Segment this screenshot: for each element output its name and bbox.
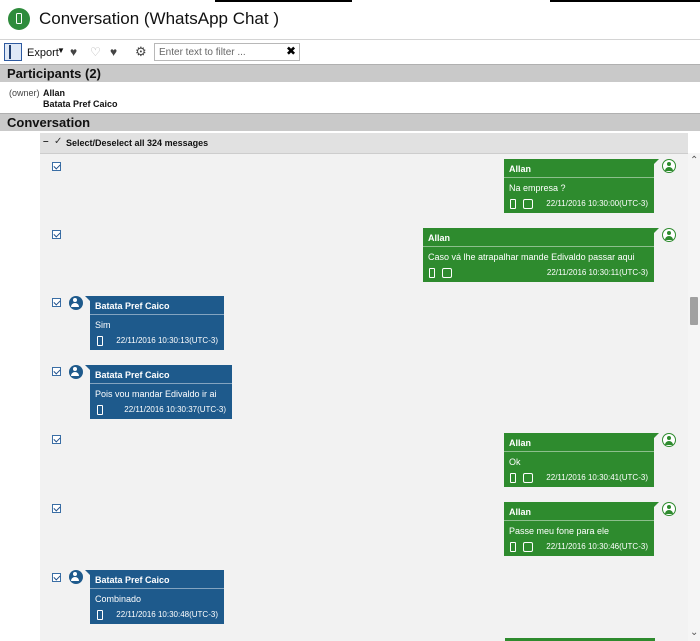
whatsapp-phone-icon <box>8 8 30 30</box>
avatar-user-icon <box>662 159 676 173</box>
participant-name: Allan <box>43 88 66 98</box>
avatar-user-icon <box>69 365 83 379</box>
message-bubble-incoming[interactable]: Batata Pref Caico Combinado 22/11/2016 1… <box>85 570 224 624</box>
conversation-header[interactable]: Conversation <box>0 113 700 131</box>
untag-icon[interactable]: ♡ <box>90 45 101 59</box>
bubble-divider <box>504 451 654 452</box>
bubble-divider <box>423 246 654 247</box>
window-title: Conversation (WhatsApp Chat ) <box>39 9 279 28</box>
message-bubble-incoming[interactable]: Batata Pref Caico Sim 22/11/2016 10:30:1… <box>85 296 224 350</box>
message-sender: Batata Pref Caico <box>95 575 170 585</box>
top-edge-line <box>215 0 352 2</box>
message-text: Passe meu fone para ele <box>509 526 610 536</box>
message-bubble-outgoing[interactable]: Allan Caso vá lhe atrapalhar mande Ediva… <box>423 228 659 282</box>
message-sender: Batata Pref Caico <box>95 301 170 311</box>
message-timestamp: 22/11/2016 10:30:48(UTC-3) <box>116 610 218 619</box>
message-text: Combinado <box>95 594 142 604</box>
chat-group-icon <box>523 199 533 209</box>
avatar-user-icon <box>662 228 676 242</box>
message-checkbox[interactable] <box>52 435 61 444</box>
message-timestamp: 22/11/2016 10:30:13(UTC-3) <box>116 336 218 345</box>
message-timestamp: 22/11/2016 10:30:11(UTC-3) <box>546 268 648 277</box>
export-button[interactable]: Export <box>27 47 59 59</box>
avatar-user-icon <box>662 502 676 516</box>
device-phone-icon <box>97 336 103 346</box>
toolbar: Export ▼ ♥ ♡ ♥ ⚙ ✖ <box>0 39 700 65</box>
message-checkbox[interactable] <box>52 230 61 239</box>
message-timestamp: 22/11/2016 10:30:41(UTC-3) <box>546 473 648 482</box>
message-checkbox[interactable] <box>52 162 61 171</box>
message-timestamp: 22/11/2016 10:30:37(UTC-3) <box>124 405 226 414</box>
participants-header-label: Participants (2) <box>7 66 101 81</box>
device-phone-icon <box>510 199 516 209</box>
message-sender: Allan <box>509 164 532 174</box>
message-checkbox[interactable] <box>52 504 61 513</box>
device-phone-icon <box>510 473 516 483</box>
collapse-icon[interactable]: – <box>43 136 49 147</box>
title-bar: Conversation (WhatsApp Chat ) <box>0 0 700 38</box>
message-sender: Allan <box>509 507 532 517</box>
bubble-divider <box>504 177 654 178</box>
avatar-user-icon <box>69 570 83 584</box>
chat-group-icon <box>523 473 533 483</box>
message-text: Sim <box>95 320 111 330</box>
scrollbar-track[interactable] <box>688 153 700 641</box>
bubble-divider <box>504 520 654 521</box>
bubble-divider <box>90 314 224 315</box>
select-all-check-icon[interactable]: ✓ <box>54 136 62 147</box>
message-sender: Allan <box>509 438 532 448</box>
message-text: Pois vou mandar Edivaldo ir ai <box>95 389 217 399</box>
message-text: Na empresa ? <box>509 183 566 193</box>
message-bubble-outgoing[interactable]: Allan Passe meu fone para ele 22/11/2016… <box>504 502 659 556</box>
avatar-user-icon <box>662 433 676 447</box>
message-checkbox[interactable] <box>52 573 61 582</box>
message-text: Caso vá lhe atrapalhar mande Edivaldo pa… <box>428 252 635 262</box>
message-checkbox[interactable] <box>52 367 61 376</box>
tag-icon[interactable]: ♥ <box>70 45 77 59</box>
message-sender: Allan <box>428 233 451 243</box>
message-checkbox[interactable] <box>52 298 61 307</box>
conversation-header-label: Conversation <box>7 115 91 130</box>
participants-header[interactable]: Participants (2) <box>0 64 700 82</box>
message-timestamp: 22/11/2016 10:30:00(UTC-3) <box>546 199 648 208</box>
chat-group-icon <box>442 268 452 278</box>
settings-gear-icon[interactable]: ⚙ <box>135 44 147 60</box>
scroll-up-icon[interactable]: ⌃ <box>690 155 698 166</box>
device-phone-icon <box>97 405 103 415</box>
scrollbar-thumb[interactable] <box>690 297 698 325</box>
chat-group-icon <box>523 542 533 552</box>
layout-toggle-icon[interactable] <box>4 43 22 61</box>
message-sender: Batata Pref Caico <box>95 370 170 380</box>
message-bubble-incoming[interactable]: Batata Pref Caico Pois vou mandar Edival… <box>85 365 232 419</box>
device-phone-icon <box>97 610 103 620</box>
device-phone-icon <box>510 542 516 552</box>
message-timestamp: 22/11/2016 10:30:46(UTC-3) <box>546 542 648 551</box>
message-bubble-outgoing[interactable]: Allan Ok 22/11/2016 10:30:41(UTC-3) <box>504 433 659 487</box>
filter-input[interactable] <box>154 43 300 61</box>
message-bubble-outgoing[interactable]: Allan Na empresa ? 22/11/2016 10:30:00(U… <box>504 159 659 213</box>
clear-filter-icon[interactable]: ✖ <box>286 44 296 58</box>
select-all-row[interactable]: – ✓ Select/Deselect all 324 messages <box>40 133 688 154</box>
owner-tag: (owner) <box>9 88 40 98</box>
message-text: Ok <box>509 457 521 467</box>
participant-name: Batata Pref Caico <box>43 99 118 109</box>
export-dropdown-icon[interactable]: ▼ <box>57 46 65 55</box>
bubble-divider <box>90 383 232 384</box>
device-phone-icon <box>429 268 435 278</box>
select-all-label[interactable]: Select/Deselect all 324 messages <box>66 138 208 148</box>
top-edge-line <box>550 0 700 2</box>
avatar-user-icon <box>69 296 83 310</box>
scroll-down-icon[interactable]: ⌄ <box>690 627 698 638</box>
tag-alt-icon[interactable]: ♥ <box>110 45 117 59</box>
bubble-divider <box>90 588 224 589</box>
